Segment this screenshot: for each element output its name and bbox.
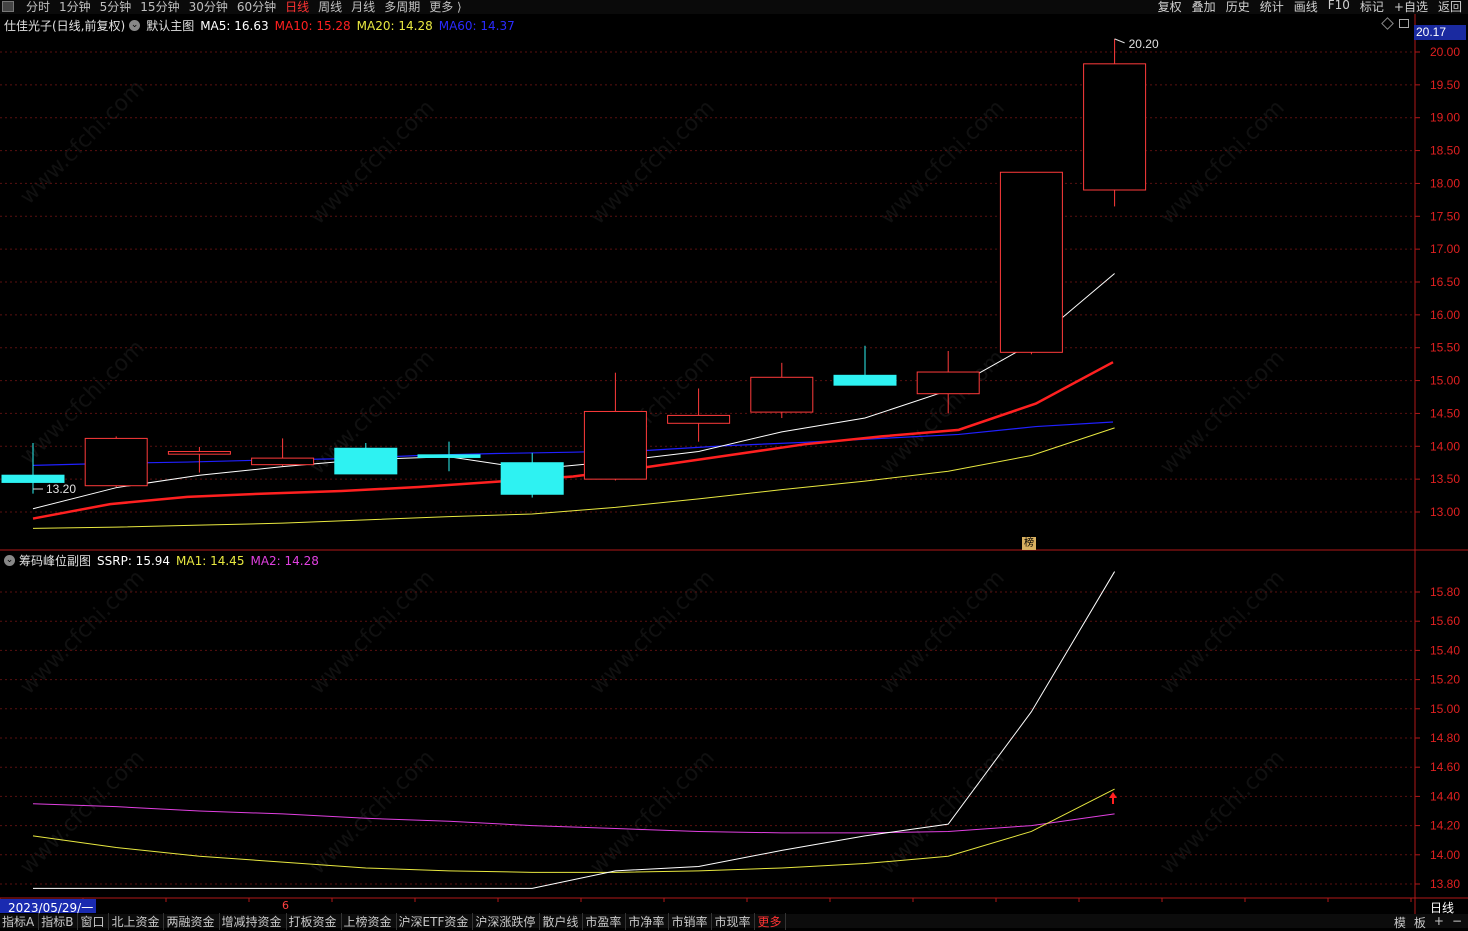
high-label: 20.20 [1129,37,1159,51]
y-tick-label: 13.80 [1430,877,1460,891]
low-label: 13.20 [46,482,76,496]
bottom-control[interactable]: 模 [1394,914,1406,931]
y-tick-label: 18.50 [1430,144,1460,158]
candle-body [84,437,148,487]
bottom-control[interactable]: 板 [1414,914,1426,931]
y-tick-label: 20.00 [1430,45,1460,59]
candle-body [999,171,1063,353]
y-tick-label: 14.20 [1430,819,1460,833]
period-badge[interactable]: 日线 [1416,899,1468,915]
y-tick-label: 15.60 [1430,614,1460,628]
y-tick-label: 14.40 [1430,789,1460,803]
high-pointer [1114,38,1125,44]
y-tick-label: 18.00 [1430,176,1460,190]
y-tick-label: 13.50 [1430,472,1460,486]
y-tick-label: 17.50 [1430,209,1460,223]
kline-chart[interactable]: 20.00 19.50 19.00 18.50 18.00 17.50 17.00 16.50… [0,0,1468,914]
bottom-tab[interactable]: 更多 [755,912,787,930]
candle-body [251,457,315,466]
cursor-date-label: 2023/05/29/一 [0,899,96,915]
bottom-right-controls: 模板 + − [1386,914,1462,931]
bottom-tab[interactable]: 上榜资金 [342,912,397,930]
bottom-tab[interactable]: 窗口 [78,912,110,930]
bottom-tab[interactable]: 增减持资金 [220,912,287,930]
y-tick-label: 17.00 [1430,242,1460,256]
bottom-control[interactable]: − [1452,914,1462,931]
candle-body [667,414,731,424]
bottom-tab[interactable]: 市销率 [669,912,713,930]
y-tick-label: 15.20 [1430,673,1460,687]
y-tick-label: 13.00 [1430,505,1460,519]
bottom-tab[interactable]: 打板资金 [287,912,342,930]
bottom-tab[interactable]: 指标A [0,912,40,930]
bottom-tab[interactable]: 沪深涨跌停 [473,912,541,930]
candle-body [417,454,481,458]
month-marker: 6 [282,899,289,912]
y-tick-label: 19.00 [1430,111,1460,125]
y-tick-label: 15.00 [1430,374,1460,388]
candle-body [500,462,564,495]
bottom-tab[interactable]: 市净率 [626,912,670,930]
candle-body [916,371,980,395]
current-price-tag: 20.17 [1414,25,1466,40]
bottom-tab[interactable]: 散户线 [540,912,584,930]
y-tick-label: 14.50 [1430,406,1460,420]
ma20-line [32,427,1115,529]
bottom-tab[interactable]: 两融资金 [164,912,220,930]
bottom-tab[interactable]: 沪深ETF资金 [397,912,474,930]
ssrp-line [33,571,1116,889]
y-tick-label: 14.60 [1430,760,1460,774]
y-tick-label: 15.50 [1430,341,1460,355]
y-tick-label: 16.50 [1430,275,1460,289]
bottom-tab[interactable]: 指标B [39,912,79,930]
bottom-tab[interactable]: 市现率 [712,912,756,930]
bottom-tab[interactable]: 北上资金 [109,912,165,930]
bottom-tab-bar: 指标A 指标B 窗口 北上资金 两融资金 增减持资金 打板资金 上榜资金 沪深ETF资金 沪深涨跌… [0,912,1468,930]
y-tick-label: 14.00 [1430,848,1460,862]
y-tick-label: 19.50 [1430,78,1460,92]
ma60-line [32,421,1114,466]
y-tick-label: 16.00 [1430,308,1460,322]
candle-body [167,451,231,455]
candle-body [334,447,398,475]
y-tick-label: 15.40 [1430,643,1460,657]
bottom-control[interactable]: + [1434,914,1444,931]
y-tick-label: 15.80 [1430,585,1460,599]
candle-body [833,374,897,386]
bottom-tab[interactable]: 市盈率 [583,912,627,930]
candle-body [750,376,814,413]
candle-body [1083,63,1147,191]
marker-badge[interactable]: 榜 [1022,537,1036,550]
current-price-value: 20.17 [1416,25,1447,39]
y-tick-label: 14.00 [1430,439,1460,453]
candle-body [583,410,647,480]
y-tick-label: 15.00 [1430,702,1460,716]
signal-arrow-icon [1109,792,1117,804]
y-tick-label: 14.80 [1430,731,1460,745]
